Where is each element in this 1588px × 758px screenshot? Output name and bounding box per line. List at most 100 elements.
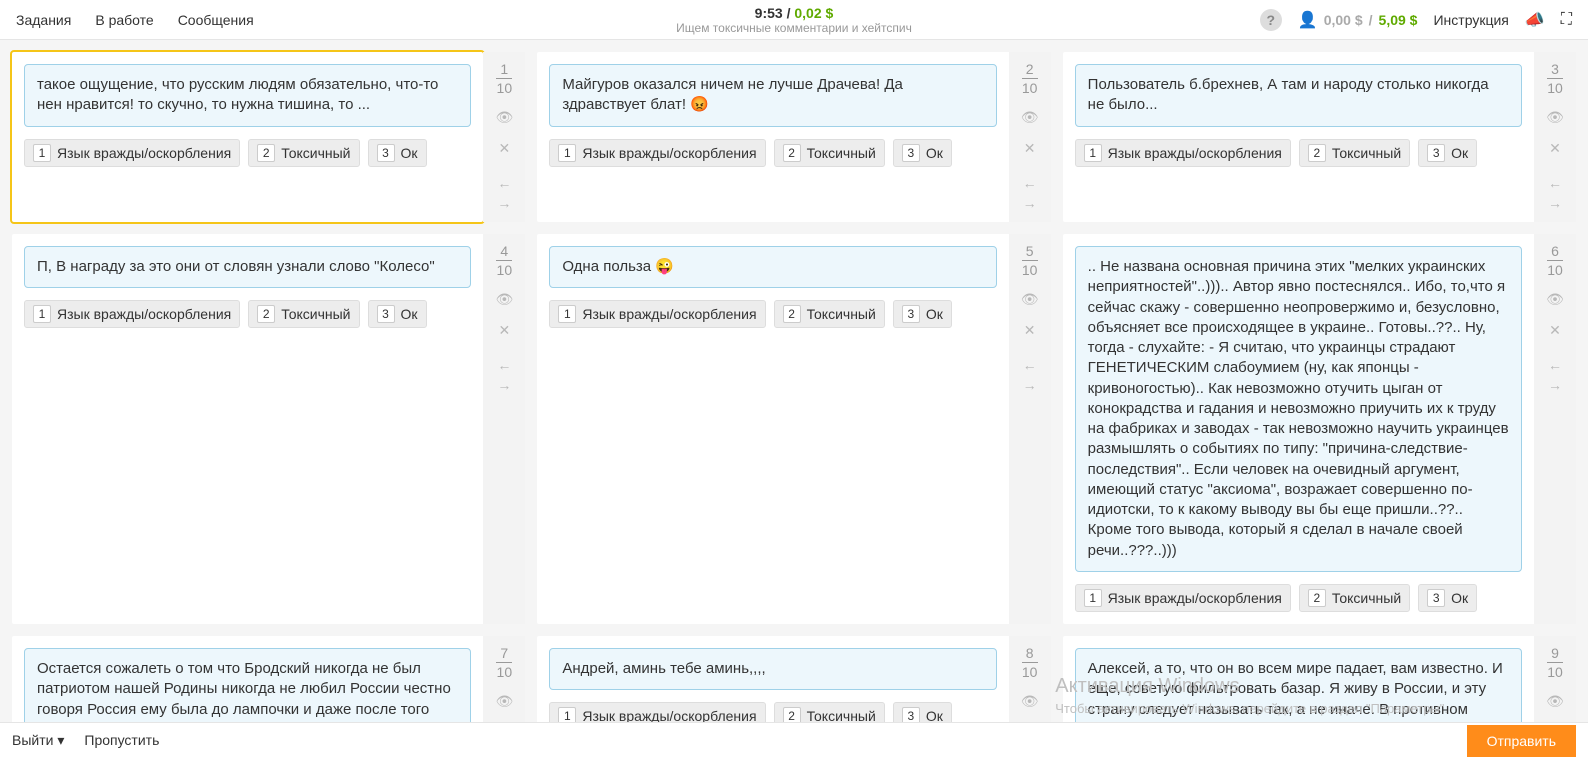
answer-a2[interactable]: 2Токсичный [248, 300, 359, 328]
answer-a2[interactable]: 2Токсичный [248, 139, 359, 167]
comment-text: П, В награду за это они от словян узнали… [24, 246, 471, 288]
fullscreen-icon[interactable]: ⛶ [1561, 11, 1572, 29]
tasks-grid: такое ощущение, что русским людям обязат… [12, 52, 1576, 722]
next-icon[interactable]: → [1548, 377, 1562, 393]
answer-a3[interactable]: 3Ок [893, 139, 952, 167]
prev-icon[interactable]: ← [1023, 357, 1037, 373]
eye-icon[interactable]: 👁 [1546, 693, 1564, 710]
prev-icon[interactable]: ← [1023, 175, 1037, 191]
next-icon[interactable]: → [497, 195, 511, 211]
close-icon[interactable]: ✕ [498, 140, 510, 157]
close-icon[interactable]: ✕ [1549, 140, 1561, 157]
answer-a3[interactable]: 3Ок [368, 139, 427, 167]
answer-label: Язык вражды/оскорбления [57, 306, 231, 322]
answer-hotkey: 3 [377, 144, 395, 162]
task-card: Майгуров оказался ничем не лучше Драчева… [537, 52, 1050, 222]
task-counter: 410 [496, 244, 512, 277]
help-icon[interactable]: ? [1260, 9, 1282, 31]
next-icon[interactable]: → [497, 377, 511, 393]
task-card-main: Одна польза 😜 1Язык вражды/оскорбления 2То… [537, 234, 1008, 624]
answer-a2[interactable]: 2Токсичный [774, 702, 885, 722]
task-sidebar: 310👁✕←→ [1534, 52, 1576, 222]
exit-button[interactable]: Выйти ▾ [12, 732, 64, 749]
eye-icon[interactable]: 👁 [495, 109, 513, 126]
close-icon[interactable]: ✕ [1024, 140, 1036, 157]
eye-icon[interactable]: 👁 [1546, 109, 1564, 126]
next-icon[interactable]: → [1023, 195, 1037, 211]
answer-label: Токсичный [807, 145, 876, 161]
comment-text: Одна польза 😜 [549, 246, 996, 288]
comment-text: Пользователь б.брехнев, А там и народу с… [1075, 64, 1522, 127]
task-sidebar: 510👁✕←→ [1009, 234, 1051, 624]
eye-icon[interactable]: 👁 [495, 291, 513, 308]
answer-a2[interactable]: 2Токсичный [774, 300, 885, 328]
answer-hotkey: 2 [783, 144, 801, 162]
comment-text: Остается сожалеть о том что Бродский ник… [24, 648, 471, 722]
answer-a1[interactable]: 1Язык вражды/оскорбления [1075, 139, 1291, 167]
balance-zero: 0,00 $ [1324, 12, 1363, 28]
answer-hotkey: 1 [558, 707, 576, 722]
answer-label: Токсичный [807, 306, 876, 322]
task-nav: ←→ [1548, 175, 1562, 211]
task-nav: ←→ [1548, 357, 1562, 393]
nav-tasks[interactable]: Задания [16, 12, 71, 28]
answer-a3[interactable]: 3Ок [1418, 584, 1477, 612]
task-card-main: Алексей, а то, что он во всем мире падае… [1063, 636, 1534, 722]
close-icon[interactable]: ✕ [498, 322, 510, 339]
answers-row: 1Язык вражды/оскорбления 2Токсичный 3Ок [1075, 584, 1522, 612]
task-nav: ←→ [497, 357, 511, 393]
answer-hotkey: 1 [1084, 589, 1102, 607]
answer-a2[interactable]: 2Токсичный [1299, 139, 1410, 167]
tasks-viewport[interactable]: такое ощущение, что русским людям обязат… [0, 40, 1588, 722]
next-icon[interactable]: → [1023, 377, 1037, 393]
megaphone-icon[interactable]: 📣 [1525, 10, 1545, 30]
answer-label: Язык вражды/оскорбления [1108, 145, 1282, 161]
header-right: ? 👤 0,00 $ / 5,09 $ Инструкция 📣 ⛶ [1260, 9, 1572, 31]
answer-a1[interactable]: 1Язык вражды/оскорбления [24, 139, 240, 167]
task-card: Алексей, а то, что он во всем мире падае… [1063, 636, 1576, 722]
answer-label: Язык вражды/оскорбления [582, 306, 756, 322]
instructions-link[interactable]: Инструкция [1433, 12, 1508, 28]
prev-icon[interactable]: ← [1548, 175, 1562, 191]
close-icon[interactable]: ✕ [1549, 322, 1561, 339]
answer-a1[interactable]: 1Язык вражды/оскорбления [549, 702, 765, 722]
answer-a1[interactable]: 1Язык вражды/оскорбления [549, 139, 765, 167]
eye-icon[interactable]: 👁 [1021, 291, 1039, 308]
nav-working[interactable]: В работе [95, 12, 153, 28]
prev-icon[interactable]: ← [497, 357, 511, 373]
answer-a1[interactable]: 1 Язык вражды/оскорбления [24, 300, 240, 328]
answer-a1[interactable]: 1Язык вражды/оскорбления [1075, 584, 1291, 612]
answer-a1[interactable]: 1Язык вражды/оскорбления [549, 300, 765, 328]
answer-a2[interactable]: 2 Токсичный [774, 139, 885, 167]
eye-icon[interactable]: 👁 [1021, 693, 1039, 710]
balance-sep: / [1369, 12, 1373, 28]
answers-row: 1Язык вражды/оскорбления 2Токсичный 3Ок [549, 702, 996, 722]
answer-a3[interactable]: 3Ок [368, 300, 427, 328]
answers-row: 1Язык вражды/оскорбления 2Токсичный 3Ок [1075, 139, 1522, 167]
next-icon[interactable]: → [1548, 195, 1562, 211]
task-card: Андрей, аминь тебе аминь,,,,1Язык вражды… [537, 636, 1050, 722]
answer-a2[interactable]: 2Токсичный [1299, 584, 1410, 612]
answer-label: Ок [1451, 590, 1468, 606]
answer-a3[interactable]: 3Ок [893, 702, 952, 722]
answer-hotkey: 1 [33, 305, 51, 323]
answer-a3[interactable]: 3Ок [1418, 139, 1477, 167]
answer-hotkey: 3 [902, 144, 920, 162]
comment-text: Алексей, а то, что он во всем мире падае… [1075, 648, 1522, 722]
skip-button[interactable]: Пропустить [84, 732, 159, 749]
close-icon[interactable]: ✕ [1024, 322, 1036, 339]
eye-icon[interactable]: 👁 [1546, 291, 1564, 308]
prev-icon[interactable]: ← [1548, 357, 1562, 373]
task-counter: 210 [1022, 62, 1038, 95]
prev-icon[interactable]: ← [497, 175, 511, 191]
answer-a3[interactable]: 3Ок [893, 300, 952, 328]
comment-text: Майгуров оказался ничем не лучше Драчева… [549, 64, 996, 127]
eye-icon[interactable]: 👁 [495, 693, 513, 710]
task-counter: 910 [1547, 646, 1563, 679]
task-sidebar: 810👁✕←→ [1009, 636, 1051, 722]
task-sidebar: 210 👁 ✕ ← → [1009, 52, 1051, 222]
task-counter: 110 [496, 62, 512, 95]
eye-icon[interactable]: 👁 [1021, 109, 1039, 126]
submit-button[interactable]: Отправить [1467, 725, 1576, 757]
nav-messages[interactable]: Сообщения [178, 12, 254, 28]
